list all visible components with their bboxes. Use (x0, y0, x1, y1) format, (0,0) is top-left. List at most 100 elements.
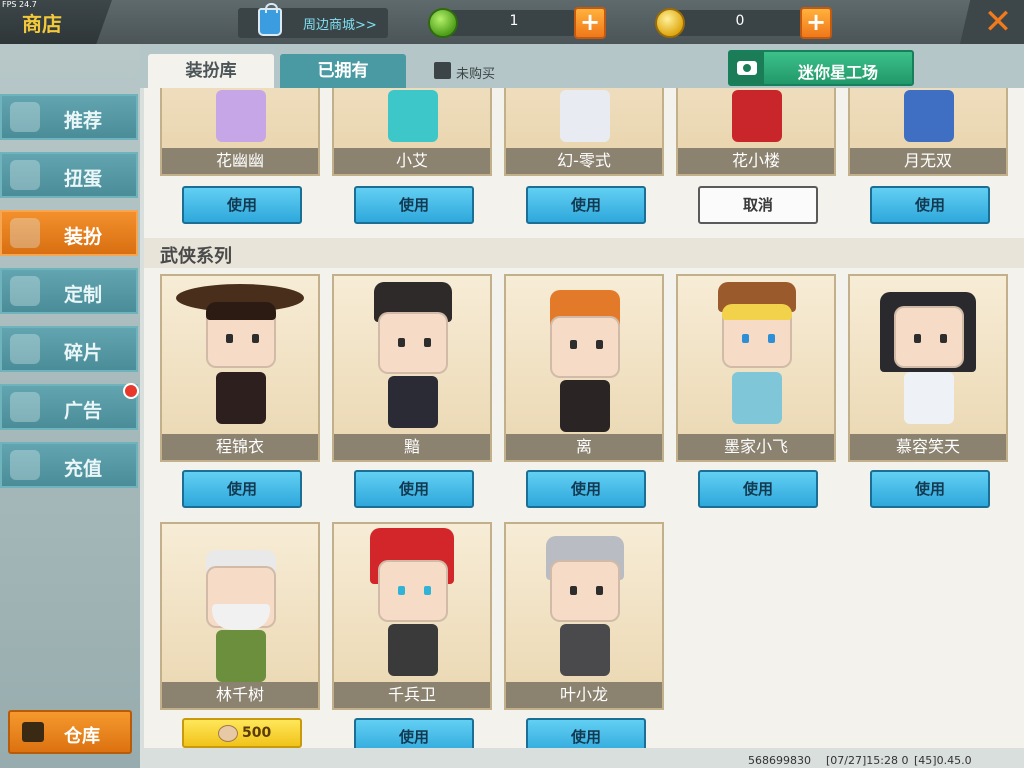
character-name: 花小楼 (678, 148, 834, 174)
sidebar-item-outfit[interactable]: 装扮 (0, 210, 138, 256)
unbought-label: 未购买 (456, 67, 496, 82)
outfit-card[interactable]: 月无双 (848, 88, 1008, 176)
add-coins-button[interactable]: + (800, 7, 832, 39)
use-button[interactable]: 使用 (870, 186, 990, 224)
price-value: 500 (242, 725, 272, 741)
tab-wardrobe[interactable]: 装扮库 (148, 54, 274, 88)
coin-balance: 0 (735, 13, 745, 29)
workshop-button[interactable]: 迷你星工场 (728, 50, 914, 86)
sidebar-item-fragments[interactable]: 碎片 (0, 326, 138, 372)
character-name: 程锦衣 (162, 434, 318, 460)
character-portrait (334, 88, 490, 148)
tab-owned[interactable]: 已拥有 (280, 54, 406, 88)
character-name: 月无双 (850, 148, 1006, 174)
workshop-label: 迷你星工场 (798, 63, 879, 82)
section-title: 武侠系列 (144, 238, 1024, 268)
notification-badge (123, 383, 139, 399)
sidebar-item-custom[interactable]: 定制 (0, 268, 138, 314)
camera-icon (730, 52, 764, 84)
outfit-card[interactable]: 程锦衣 (160, 274, 320, 462)
character-name: 小艾 (334, 148, 490, 174)
gem-icon (428, 8, 458, 38)
user-id: 568699830 (748, 754, 811, 767)
mall-link[interactable]: 周边商城>> (303, 14, 377, 33)
character-name: 慕容笑天 (850, 434, 1006, 460)
character-portrait (506, 524, 662, 682)
add-gems-button[interactable]: + (574, 7, 606, 39)
chest-icon (22, 722, 44, 742)
use-button[interactable]: 使用 (526, 186, 646, 224)
outfit-card[interactable]: 叶小龙 (504, 522, 664, 710)
close-icon[interactable]: ✕ (980, 4, 1016, 40)
use-button[interactable]: 使用 (182, 186, 302, 224)
character-name: 叶小龙 (506, 682, 662, 708)
sidebar-item-label: 碎片 (64, 342, 103, 364)
buy-button[interactable]: 500 (182, 718, 302, 748)
sidebar-item-recharge[interactable]: 充值 (0, 442, 138, 488)
sidebar-item-label: 广告 (64, 400, 103, 422)
character-name: 墨家小飞 (678, 434, 834, 460)
use-button[interactable]: 使用 (354, 718, 474, 748)
timestamp: [07/27]15:28 0 (826, 754, 909, 767)
sidebar-item-label: 推荐 (64, 110, 103, 132)
character-portrait (678, 276, 834, 434)
outfit-card[interactable]: 花小楼 (676, 88, 836, 176)
shopping-bag-icon[interactable] (258, 3, 282, 36)
outfit-grid[interactable]: 花幽幽 小艾 幻-零式 花小楼 月无双 使用 使用 使用 取消 使用 武侠系列 (144, 88, 1024, 748)
coin-icon (655, 8, 685, 38)
gem-balance: 1 (509, 13, 519, 29)
outfit-card[interactable]: 幻-零式 (504, 88, 664, 176)
use-button[interactable]: 使用 (698, 470, 818, 508)
outfit-card[interactable]: 慕容笑天 (848, 274, 1008, 462)
character-portrait (506, 88, 662, 148)
use-button[interactable]: 使用 (870, 470, 990, 508)
outfit-card[interactable]: 小艾 (332, 88, 492, 176)
outfit-card[interactable]: 林千树 (160, 522, 320, 710)
character-name: 花幽幽 (162, 148, 318, 174)
use-button[interactable]: 使用 (526, 718, 646, 748)
warehouse-button[interactable]: 仓库 (8, 710, 132, 754)
shirt-icon (10, 218, 40, 248)
use-button[interactable]: 使用 (354, 186, 474, 224)
gift-icon (10, 392, 40, 422)
character-portrait (334, 276, 490, 434)
sidebar-item-gacha[interactable]: 扭蛋 (0, 152, 138, 198)
unbought-checkbox[interactable] (434, 62, 451, 79)
outfit-card[interactable]: 墨家小飞 (676, 274, 836, 462)
outfit-card[interactable]: 千兵卫 (332, 522, 492, 710)
outfit-card[interactable]: 黯 (332, 274, 492, 462)
outfit-card[interactable]: 花幽幽 (160, 88, 320, 176)
character-portrait (678, 88, 834, 148)
character-portrait (162, 88, 318, 148)
character-portrait (162, 276, 318, 434)
puzzle-icon (10, 334, 40, 364)
sidebar-item-recommend[interactable]: 推荐 (0, 94, 138, 140)
outfit-card[interactable]: 离 (504, 274, 664, 462)
character-name: 离 (506, 434, 662, 460)
fps-counter: FPS 24.7 (2, 0, 37, 9)
sidebar-item-label: 定制 (64, 284, 103, 306)
pencil-icon (10, 276, 40, 306)
top-bar: 商店 FPS 24.7 周边商城>> 1 + 0 + ✕ (0, 0, 1024, 44)
character-name: 林千树 (162, 682, 318, 708)
character-portrait (162, 524, 318, 682)
cancel-button[interactable]: 取消 (698, 186, 818, 224)
close-area: ✕ (960, 0, 1024, 44)
use-button[interactable]: 使用 (354, 470, 474, 508)
character-portrait (850, 88, 1006, 148)
character-name: 幻-零式 (506, 148, 662, 174)
coins-icon (10, 450, 40, 480)
warehouse-label: 仓库 (64, 726, 100, 747)
character-name: 黯 (334, 434, 490, 460)
version: [45]0.45.0 (914, 754, 972, 767)
character-portrait (334, 524, 490, 682)
sidebar-item-label: 装扮 (64, 226, 103, 248)
sidebar-item-label: 充值 (64, 458, 103, 480)
use-button[interactable]: 使用 (526, 470, 646, 508)
sidebar-item-label: 扭蛋 (64, 168, 103, 190)
character-name: 千兵卫 (334, 682, 490, 708)
use-button[interactable]: 使用 (182, 470, 302, 508)
sidebar-item-ads[interactable]: 广告 (0, 384, 138, 430)
sidebar: 推荐 扭蛋 装扮 定制 碎片 广告 充值 (0, 44, 140, 768)
character-portrait (850, 276, 1006, 434)
